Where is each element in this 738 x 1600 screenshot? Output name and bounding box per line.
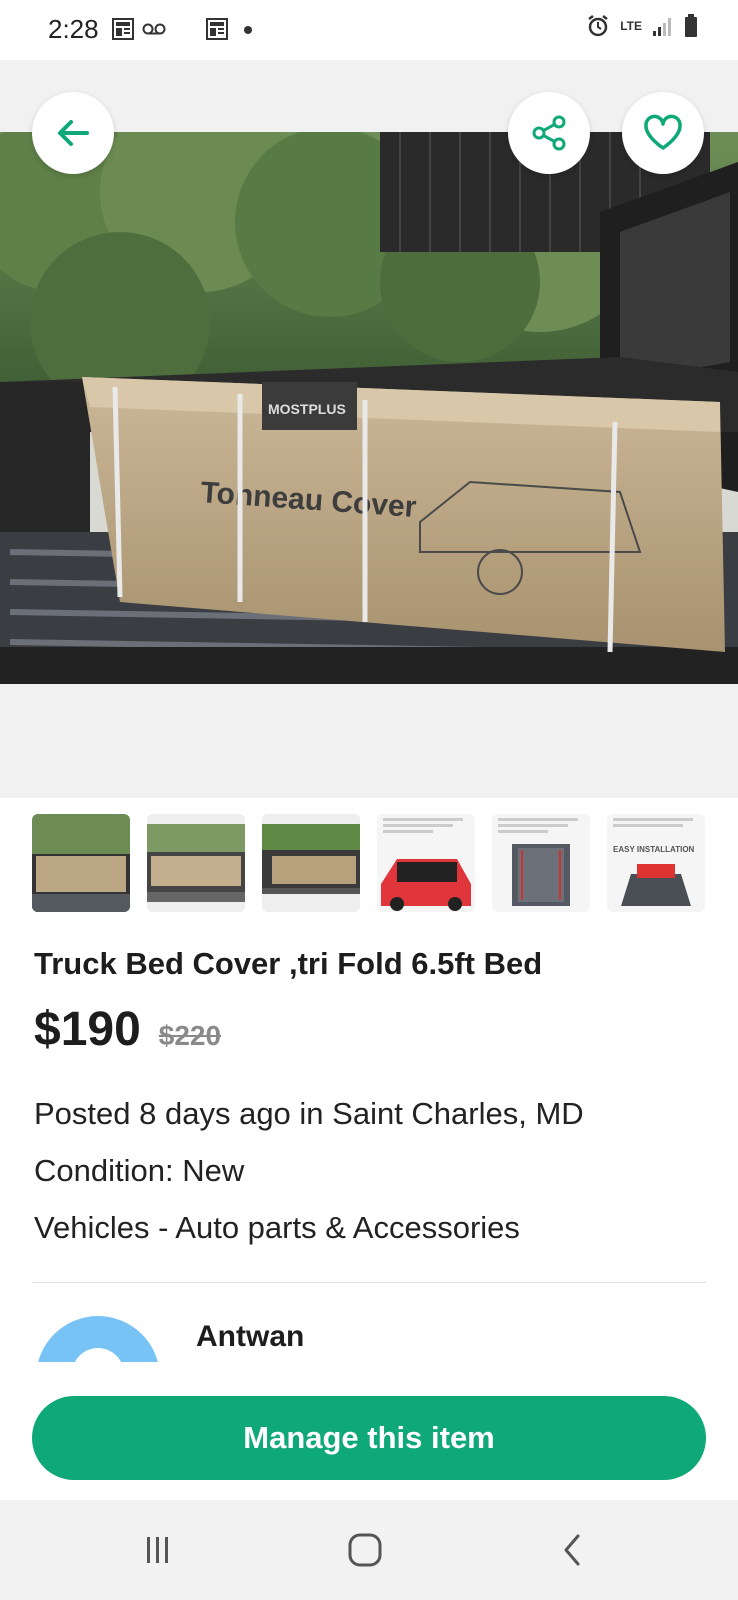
price-row: $190 $220 bbox=[34, 1002, 221, 1057]
category-info[interactable]: Vehicles - Auto parts & Accessories bbox=[34, 1210, 520, 1246]
manage-item-button[interactable]: Manage this item bbox=[32, 1396, 706, 1480]
status-bar: 2:28 LTE bbox=[0, 0, 738, 60]
thumbnail-photo-3[interactable] bbox=[262, 814, 360, 912]
listing-photo-graphic: MOSTPLUS Tonneau Cover bbox=[0, 132, 738, 684]
back-button[interactable] bbox=[32, 92, 114, 174]
network-label: LTE bbox=[620, 19, 642, 33]
dot-icon bbox=[244, 26, 252, 34]
listing-photo[interactable]: MOSTPLUS Tonneau Cover bbox=[0, 132, 738, 684]
share-button[interactable] bbox=[508, 92, 590, 174]
posted-info[interactable]: Posted 8 days ago in Saint Charles, MD bbox=[34, 1096, 584, 1132]
seller-name[interactable]: Antwan bbox=[196, 1320, 304, 1354]
news-icon bbox=[206, 18, 228, 40]
share-icon bbox=[532, 115, 566, 151]
thumbnail-product-image-3[interactable]: EASY INSTALLATION bbox=[607, 814, 705, 912]
thumbnail-product-image-1[interactable] bbox=[377, 814, 475, 912]
home-button[interactable] bbox=[315, 1500, 415, 1600]
nav-back-button[interactable] bbox=[522, 1500, 622, 1600]
hero-image-area[interactable]: MOSTPLUS Tonneau Cover bbox=[0, 60, 738, 798]
home-icon bbox=[348, 1533, 382, 1567]
original-price: $220 bbox=[158, 1020, 222, 1051]
system-nav-bar bbox=[0, 1500, 738, 1600]
thumbnail-product-image-2[interactable] bbox=[492, 814, 590, 912]
alarm-icon bbox=[588, 15, 608, 37]
signal-icon bbox=[653, 18, 671, 36]
news-icon bbox=[112, 18, 134, 40]
voicemail-icon bbox=[142, 23, 166, 35]
thumbnail-caption: EASY INSTALLATION bbox=[613, 845, 695, 854]
status-time: 2:28 bbox=[48, 14, 99, 44]
battery-icon bbox=[685, 14, 697, 37]
status-right: LTE bbox=[586, 14, 698, 38]
recents-button[interactable] bbox=[108, 1500, 208, 1600]
listing-title: Truck Bed Cover ,tri Fold 6.5ft Bed bbox=[34, 946, 543, 981]
condition-info: Condition: New bbox=[34, 1153, 245, 1188]
arrow-left-icon bbox=[58, 120, 89, 146]
recents-icon bbox=[147, 1537, 168, 1563]
thumbnail-photo-1[interactable] bbox=[32, 814, 130, 912]
favorite-button[interactable] bbox=[622, 92, 704, 174]
divider bbox=[32, 1282, 706, 1283]
thumbnail-strip: EASY INSTALLATION bbox=[32, 814, 705, 912]
heart-icon bbox=[644, 114, 682, 150]
back-icon bbox=[564, 1534, 580, 1566]
listing-price: $190 bbox=[34, 1003, 141, 1056]
action-bar: Manage this item bbox=[0, 1362, 738, 1500]
svg-text:MOSTPLUS: MOSTPLUS bbox=[268, 401, 346, 417]
thumbnail-photo-2[interactable] bbox=[147, 814, 245, 912]
